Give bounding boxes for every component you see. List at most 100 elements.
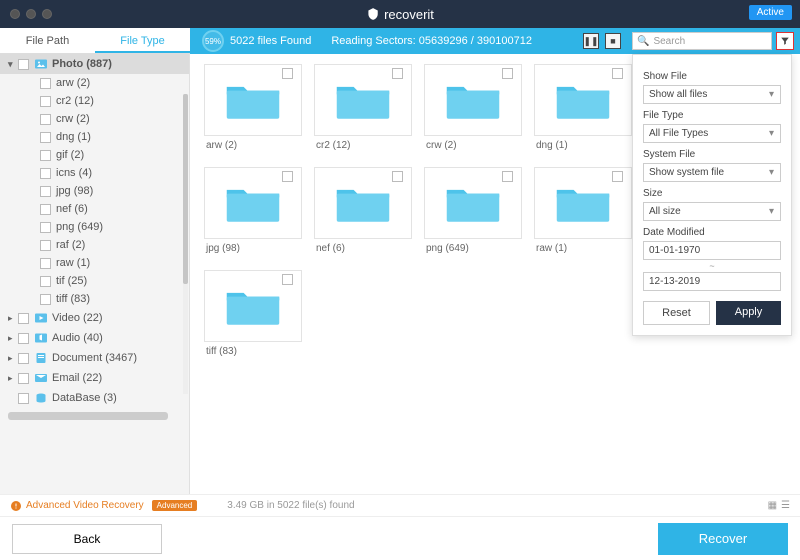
folder-card[interactable]: jpg (98) — [204, 167, 302, 258]
caret-right-icon[interactable]: ▸ — [8, 313, 18, 324]
sidebar-sub-item[interactable]: arw (2) — [0, 74, 189, 92]
folder-card[interactable]: nef (6) — [314, 167, 412, 258]
folder-card[interactable]: dng (1) — [534, 64, 632, 155]
sidebar-label: Email (22) — [52, 372, 102, 384]
filter-button[interactable] — [776, 32, 794, 50]
checkbox[interactable] — [18, 59, 29, 70]
checkbox[interactable] — [282, 171, 293, 182]
size-select[interactable]: All size — [643, 202, 781, 221]
date-to-input[interactable]: 12-13-2019 — [643, 272, 781, 291]
checkbox[interactable] — [40, 258, 51, 269]
checkbox[interactable] — [40, 222, 51, 233]
checkbox[interactable] — [18, 373, 29, 384]
sidebar-item-email[interactable]: ▸ Email (22) — [0, 368, 189, 388]
caret-right-icon[interactable]: ▸ — [8, 353, 18, 364]
checkbox[interactable] — [40, 276, 51, 287]
sidebar-sub-item[interactable]: gif (2) — [0, 146, 189, 164]
caret-right-icon[interactable]: ▸ — [8, 333, 18, 344]
show-file-select[interactable]: Show all files — [643, 85, 781, 104]
checkbox[interactable] — [392, 171, 403, 182]
caret-down-icon[interactable]: ▾ — [8, 59, 18, 70]
max-dot[interactable] — [42, 9, 52, 19]
sidebar-sub-item[interactable]: cr2 (12) — [0, 92, 189, 110]
folder-card[interactable]: tiff (83) — [204, 270, 302, 361]
close-dot[interactable] — [10, 9, 20, 19]
checkbox[interactable] — [18, 353, 29, 364]
sub-label: tif (25) — [56, 275, 87, 287]
folder-thumb[interactable] — [314, 64, 412, 136]
v-scrollbar-thumb[interactable] — [183, 94, 188, 284]
checkbox[interactable] — [40, 132, 51, 143]
checkbox[interactable] — [40, 204, 51, 215]
sidebar-sub-item[interactable]: tif (25) — [0, 272, 189, 290]
sidebar-sub-item[interactable]: raf (2) — [0, 236, 189, 254]
active-badge[interactable]: Active — [749, 5, 792, 20]
checkbox[interactable] — [40, 240, 51, 251]
file-type-select[interactable]: All File Types — [643, 124, 781, 143]
sidebar-sub-item[interactable]: jpg (98) — [0, 182, 189, 200]
checkbox[interactable] — [392, 68, 403, 79]
apply-button[interactable]: Apply — [716, 301, 781, 325]
sidebar-sub-item[interactable]: png (649) — [0, 218, 189, 236]
checkbox[interactable] — [40, 294, 51, 305]
sidebar-item-audio[interactable]: ▸ Audio (40) — [0, 328, 189, 348]
sidebar-sub-item[interactable]: nef (6) — [0, 200, 189, 218]
checkbox[interactable] — [40, 168, 51, 179]
folder-thumb[interactable] — [204, 270, 302, 342]
checkbox[interactable] — [18, 313, 29, 324]
checkbox[interactable] — [40, 96, 51, 107]
back-button[interactable]: Back — [12, 524, 162, 554]
search-input[interactable]: 🔍 Search — [632, 32, 772, 50]
folder-thumb[interactable] — [204, 64, 302, 136]
list-view-icon[interactable]: ☰ — [781, 500, 790, 511]
folder-thumb[interactable] — [424, 64, 522, 136]
tab-file-path[interactable]: File Path — [0, 28, 95, 53]
sidebar-sub-item[interactable]: icns (4) — [0, 164, 189, 182]
sidebar-sub-item[interactable]: tiff (83) — [0, 290, 189, 308]
h-scrollbar[interactable] — [8, 412, 168, 420]
v-scrollbar-track[interactable] — [183, 94, 188, 394]
recover-button[interactable]: Recover — [658, 523, 788, 555]
sidebar-item-database[interactable]: DataBase (3) — [0, 388, 189, 408]
checkbox[interactable] — [282, 68, 293, 79]
folder-card[interactable]: raw (1) — [534, 167, 632, 258]
checkbox[interactable] — [40, 78, 51, 89]
stop-button[interactable]: ■ — [605, 33, 621, 49]
sidebar-item-video[interactable]: ▸ Video (22) — [0, 308, 189, 328]
checkbox[interactable] — [18, 393, 29, 404]
reset-button[interactable]: Reset — [643, 301, 710, 325]
date-from-input[interactable]: 01-01-1970 — [643, 241, 781, 260]
tab-file-type[interactable]: File Type — [95, 28, 190, 53]
folder-thumb[interactable] — [534, 167, 632, 239]
card-label: arw (2) — [204, 136, 302, 155]
caret-right-icon[interactable]: ▸ — [8, 373, 18, 384]
checkbox[interactable] — [40, 186, 51, 197]
sub-label: icns (4) — [56, 167, 92, 179]
checkbox[interactable] — [502, 171, 513, 182]
folder-thumb[interactable] — [314, 167, 412, 239]
folder-thumb[interactable] — [534, 64, 632, 136]
advanced-video-recovery-link[interactable]: Advanced Video Recovery Advanced — [10, 500, 197, 512]
checkbox[interactable] — [40, 114, 51, 125]
sidebar-sub-item[interactable]: raw (1) — [0, 254, 189, 272]
checkbox[interactable] — [612, 171, 623, 182]
folder-card[interactable]: png (649) — [424, 167, 522, 258]
sidebar-item-photo[interactable]: ▾ Photo (887) — [0, 54, 189, 74]
sidebar-item-document[interactable]: ▸ Document (3467) — [0, 348, 189, 368]
sidebar-sub-item[interactable]: dng (1) — [0, 128, 189, 146]
folder-thumb[interactable] — [424, 167, 522, 239]
checkbox[interactable] — [18, 333, 29, 344]
grid-view-icon[interactable]: ▦ — [768, 500, 777, 511]
checkbox[interactable] — [282, 274, 293, 285]
folder-card[interactable]: cr2 (12) — [314, 64, 412, 155]
sidebar-sub-item[interactable]: crw (2) — [0, 110, 189, 128]
checkbox[interactable] — [502, 68, 513, 79]
folder-thumb[interactable] — [204, 167, 302, 239]
system-file-select[interactable]: Show system file — [643, 163, 781, 182]
folder-card[interactable]: arw (2) — [204, 64, 302, 155]
min-dot[interactable] — [26, 9, 36, 19]
pause-button[interactable]: ❚❚ — [583, 33, 599, 49]
folder-card[interactable]: crw (2) — [424, 64, 522, 155]
checkbox[interactable] — [612, 68, 623, 79]
checkbox[interactable] — [40, 150, 51, 161]
